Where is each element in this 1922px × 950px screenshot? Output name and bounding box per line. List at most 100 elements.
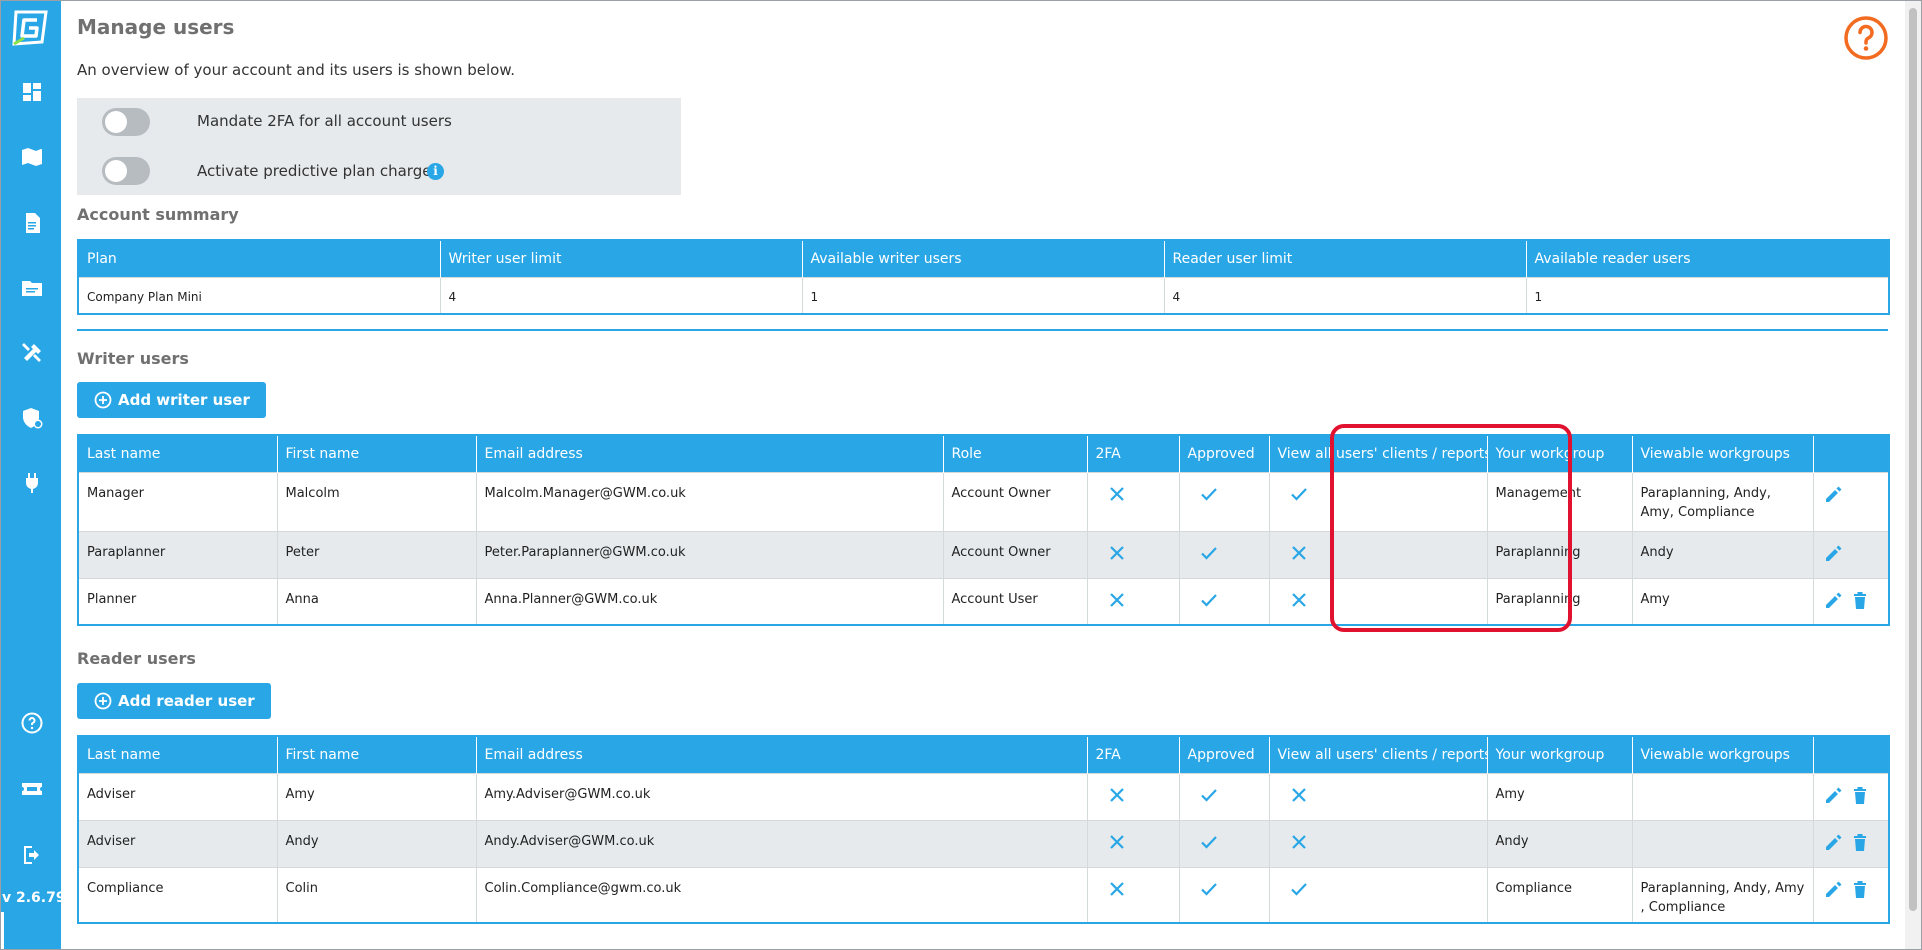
last-name-cell: Paraplanner bbox=[77, 530, 278, 579]
tools-icon[interactable] bbox=[19, 340, 45, 366]
first-name-cell: Peter bbox=[276, 530, 477, 579]
actions-cell bbox=[1812, 471, 1890, 532]
cross-icon bbox=[1290, 833, 1308, 851]
last-name-cell: Compliance bbox=[77, 866, 278, 924]
reader-limit-cell: 4 bbox=[1163, 276, 1527, 315]
actions-cell bbox=[1812, 577, 1890, 626]
sidebar: v 2.6.79 bbox=[0, 0, 66, 950]
document-icon[interactable] bbox=[19, 210, 45, 236]
role-cell: Account Owner bbox=[942, 530, 1088, 579]
column-header[interactable]: Last name bbox=[78, 435, 278, 472]
edit-icon[interactable] bbox=[1824, 785, 1844, 805]
plug-icon[interactable] bbox=[19, 470, 45, 496]
predictive-charges-toggle[interactable] bbox=[102, 157, 150, 185]
table-row[interactable]: Paraplanner Peter Peter.Paraplanner@GWM.co… bbox=[77, 530, 1890, 579]
add-writer-user-button[interactable]: Add writer user bbox=[77, 382, 266, 418]
workgroup-cell: Amy bbox=[1486, 772, 1633, 821]
edit-icon[interactable] bbox=[1824, 832, 1844, 852]
first-name-cell: Andy bbox=[276, 819, 477, 868]
delete-icon[interactable] bbox=[1850, 590, 1870, 610]
table-header-row: Plan Writer user limit Available writer … bbox=[78, 240, 1890, 277]
column-header: Available writer users bbox=[802, 240, 1165, 277]
reader-users-body: Adviser Amy Amy.Adviser@GWM.co.uk Amy Advise… bbox=[77, 772, 1890, 924]
column-header[interactable]: Email address bbox=[476, 736, 1088, 773]
check-icon bbox=[1200, 880, 1218, 898]
edit-icon[interactable] bbox=[1824, 879, 1844, 899]
help-circle-icon[interactable] bbox=[19, 710, 45, 736]
actions-cell bbox=[1812, 530, 1890, 579]
column-header[interactable]: View all users' clients / reports bbox=[1269, 435, 1488, 472]
delete-icon[interactable] bbox=[1850, 785, 1870, 805]
edit-icon[interactable] bbox=[1824, 590, 1844, 610]
edit-icon[interactable] bbox=[1824, 543, 1844, 563]
table-row[interactable]: Compliance Colin Colin.Compliance@gwm.co.u… bbox=[77, 866, 1890, 924]
email-cell: Colin.Compliance@gwm.co.uk bbox=[475, 866, 1088, 924]
approved-cell bbox=[1178, 866, 1270, 924]
column-header[interactable]: Approved bbox=[1179, 435, 1270, 472]
column-header[interactable]: First name bbox=[277, 736, 477, 773]
actions-cell bbox=[1812, 772, 1890, 821]
logout-icon[interactable] bbox=[19, 842, 45, 868]
app-logo-icon[interactable] bbox=[10, 8, 50, 48]
last-name-cell: Manager bbox=[77, 471, 278, 532]
column-header: Available reader users bbox=[1526, 240, 1890, 277]
writer-users-table: Last name First name Email address Role … bbox=[77, 434, 1890, 626]
last-name-cell: Planner bbox=[77, 577, 278, 626]
cross-icon bbox=[1108, 786, 1126, 804]
mandate-2fa-toggle[interactable] bbox=[102, 108, 150, 136]
column-header[interactable]: Approved bbox=[1179, 736, 1270, 773]
edit-icon[interactable] bbox=[1824, 484, 1844, 504]
main-content: Manage users An overview of your account… bbox=[77, 0, 1890, 950]
mandate-2fa-label: Mandate 2FA for all account users bbox=[197, 112, 452, 130]
column-header[interactable]: Your workgroup bbox=[1487, 736, 1633, 773]
check-icon bbox=[1200, 544, 1218, 562]
column-header[interactable]: Email address bbox=[476, 435, 944, 472]
section-divider bbox=[77, 329, 1888, 331]
table-row[interactable]: Planner Anna Anna.Planner@GWM.co.uk Account… bbox=[77, 577, 1890, 626]
column-header[interactable]: Role bbox=[943, 435, 1088, 472]
twofa-cell bbox=[1086, 577, 1180, 626]
available-reader-cell: 1 bbox=[1525, 276, 1890, 315]
info-icon[interactable]: i bbox=[427, 163, 444, 180]
table-row[interactable]: Manager Malcolm Malcolm.Manager@GWM.co.uk A… bbox=[77, 471, 1890, 532]
table-row[interactable]: Adviser Amy Amy.Adviser@GWM.co.uk Amy bbox=[77, 772, 1890, 821]
column-header[interactable]: First name bbox=[277, 435, 477, 472]
cross-icon bbox=[1290, 591, 1308, 609]
scrollbar-thumb[interactable] bbox=[1909, 8, 1917, 911]
table-header-row: Last name First name Email address Role … bbox=[78, 435, 1890, 472]
email-cell: Malcolm.Manager@GWM.co.uk bbox=[475, 471, 944, 532]
ticket-icon[interactable] bbox=[19, 776, 45, 802]
column-header[interactable]: Viewable workgroups bbox=[1632, 435, 1814, 472]
column-header[interactable]: Last name bbox=[78, 736, 278, 773]
shield-user-icon[interactable] bbox=[19, 405, 45, 431]
viewable-workgroups-cell bbox=[1631, 819, 1814, 868]
twofa-cell bbox=[1086, 772, 1180, 821]
dashboard-icon[interactable] bbox=[19, 79, 45, 105]
actions-cell bbox=[1812, 819, 1890, 868]
delete-icon[interactable] bbox=[1850, 879, 1870, 899]
last-name-cell: Adviser bbox=[77, 819, 278, 868]
help-icon[interactable] bbox=[1843, 15, 1889, 61]
plus-circle-icon bbox=[94, 692, 112, 710]
viewable-workgroups-cell: Amy bbox=[1631, 577, 1814, 626]
delete-icon[interactable] bbox=[1850, 832, 1870, 852]
column-header[interactable]: Viewable workgroups bbox=[1632, 736, 1814, 773]
check-icon bbox=[1200, 833, 1218, 851]
add-reader-user-button[interactable]: Add reader user bbox=[77, 683, 271, 719]
cross-icon bbox=[1108, 544, 1126, 562]
app-version: v 2.6.79 bbox=[2, 890, 66, 906]
column-header[interactable]: View all users' clients / reports bbox=[1269, 736, 1488, 773]
table-row[interactable]: Adviser Andy Andy.Adviser@GWM.co.uk Andy bbox=[77, 819, 1890, 868]
email-cell: Amy.Adviser@GWM.co.uk bbox=[475, 772, 1088, 821]
book-map-icon[interactable] bbox=[19, 144, 45, 170]
column-header[interactable]: 2FA bbox=[1087, 435, 1180, 472]
toggle-row-2fa: Mandate 2FA for all account users bbox=[102, 108, 452, 136]
writer-users-body: Manager Malcolm Malcolm.Manager@GWM.co.uk A… bbox=[77, 471, 1890, 626]
check-icon bbox=[1290, 880, 1308, 898]
workgroup-cell: Compliance bbox=[1486, 866, 1633, 924]
twofa-cell bbox=[1086, 471, 1180, 532]
column-header[interactable]: Your workgroup bbox=[1487, 435, 1633, 472]
folder-icon[interactable] bbox=[19, 275, 45, 301]
column-header[interactable]: 2FA bbox=[1087, 736, 1180, 773]
approved-cell bbox=[1178, 471, 1270, 532]
